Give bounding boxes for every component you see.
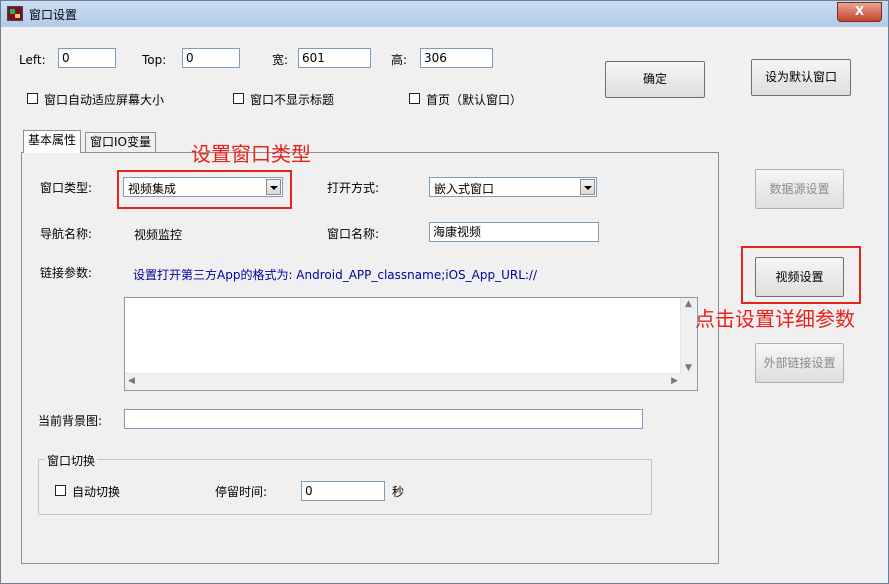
auto-fit-checkbox[interactable] [27, 93, 38, 104]
video-settings-annotation: 点击设置详细参数 [695, 307, 855, 331]
open-mode-label: 打开方式: [327, 181, 380, 195]
tab-window-io-variables[interactable]: 窗口IO变量 [85, 132, 156, 152]
link-params-textarea[interactable]: ▲ ▼ ◀ ▶ [124, 297, 698, 391]
link-params-hint: 设置打开第三方App的格式为: Android_APP_classname;iO… [133, 268, 538, 282]
app-icon [7, 6, 23, 21]
horizontal-scrollbar[interactable]: ◀ ▶ [125, 373, 681, 390]
scroll-right-icon[interactable]: ▶ [671, 376, 678, 386]
tab-basic-properties[interactable]: 基本属性 [23, 130, 82, 153]
left-input[interactable]: 0 [58, 48, 116, 68]
scroll-down-icon[interactable]: ▼ [685, 363, 692, 373]
open-mode-select[interactable]: 嵌入式窗口 [429, 177, 597, 197]
title-bar[interactable]: 窗口设置 X [1, 1, 888, 27]
video-settings-highlight-box [741, 246, 861, 304]
window-switch-group-title: 窗口切换 [45, 452, 98, 469]
datasource-settings-button[interactable]: 数据源设置 [755, 169, 844, 209]
stay-time-input[interactable]: 0 [301, 481, 385, 501]
top-label: Top: [142, 53, 167, 67]
window-settings-dialog: 窗口设置 X Left: 0 Top: 0 宽: 601 高: 306 窗口自动… [0, 0, 889, 584]
bg-image-input[interactable] [124, 409, 643, 429]
left-label: Left: [19, 53, 46, 67]
auto-switch-checkbox[interactable] [55, 485, 66, 496]
nav-name-label: 导航名称: [40, 227, 93, 241]
window-type-label: 窗口类型: [40, 181, 93, 195]
set-default-window-button[interactable]: 设为默认窗口 [751, 59, 851, 96]
bg-image-label: 当前背景图: [38, 414, 103, 428]
stay-time-label: 停留时间: [215, 485, 268, 499]
nav-name-value: 视频监控 [134, 228, 183, 242]
external-link-settings-button[interactable]: 外部链接设置 [755, 343, 844, 383]
link-params-label: 链接参数: [40, 266, 93, 280]
height-label: 高: [391, 53, 408, 67]
hide-title-checkbox[interactable] [233, 93, 244, 104]
window-type-annotation: 设置窗口类型 [191, 142, 311, 166]
scroll-left-icon[interactable]: ◀ [128, 376, 135, 386]
auto-switch-label: 自动切换 [72, 485, 121, 499]
top-input[interactable]: 0 [182, 48, 240, 68]
scroll-up-icon[interactable]: ▲ [685, 299, 692, 309]
hide-title-label: 窗口不显示标题 [250, 93, 335, 107]
home-checkbox[interactable] [409, 93, 420, 104]
home-label: 首页（默认窗口） [426, 93, 523, 107]
window-name-input[interactable]: 海康视频 [429, 222, 599, 242]
window-type-highlight-box [117, 170, 292, 209]
scroll-corner [681, 374, 697, 390]
auto-fit-label: 窗口自动适应屏幕大小 [44, 93, 165, 107]
chevron-down-icon[interactable] [580, 179, 595, 195]
ok-button[interactable]: 确定 [605, 61, 705, 98]
open-mode-value: 嵌入式窗口 [434, 182, 495, 196]
width-input[interactable]: 601 [298, 48, 371, 68]
window-name-label: 窗口名称: [327, 227, 380, 241]
stay-time-unit: 秒 [392, 485, 405, 499]
height-input[interactable]: 306 [420, 48, 493, 68]
close-button[interactable]: X [837, 2, 882, 22]
width-label: 宽: [272, 53, 289, 67]
window-title: 窗口设置 [29, 8, 78, 22]
